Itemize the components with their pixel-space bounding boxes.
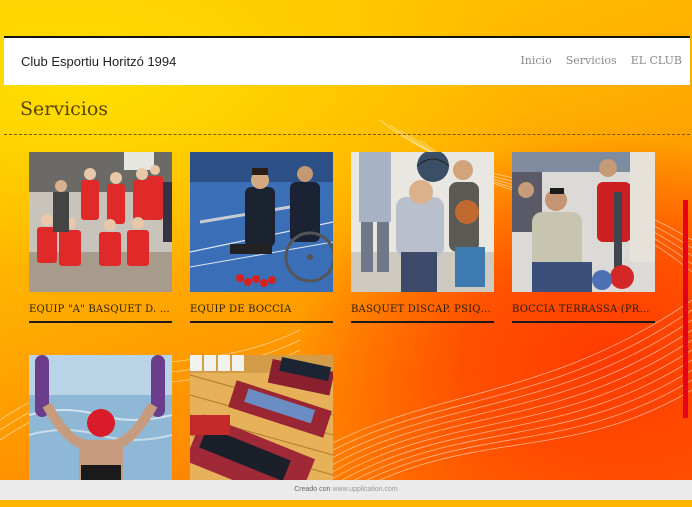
service-card-label[interactable]: EQUIP DE BOCCIA: [190, 304, 333, 315]
service-card-image[interactable]: [29, 355, 172, 495]
service-card-image[interactable]: [351, 152, 494, 292]
nav-inicio[interactable]: Inicio: [520, 54, 551, 67]
nav-servicios[interactable]: Servicios: [566, 54, 617, 67]
footer-link[interactable]: www.upplication.com: [332, 486, 397, 493]
service-card-basquet-a[interactable]: EQUIP "A" BÀSQUET D. PSÍ...: [29, 152, 172, 323]
service-card-label[interactable]: BOCCIA TERRASSA (PRODIS): [512, 304, 655, 315]
service-card-underline: [512, 321, 655, 323]
service-card-boccia-terrassa[interactable]: BOCCIA TERRASSA (PRODIS): [512, 152, 655, 323]
site-header: Club Esportiu Horitzó 1994 Inicio Servic…: [4, 36, 690, 85]
service-card-underline: [351, 321, 494, 323]
site-footer: Creado con www.upplication.com: [0, 480, 692, 500]
footer-text: Creado con: [294, 486, 331, 493]
site-brand[interactable]: Club Esportiu Horitzó 1994: [21, 54, 176, 69]
service-card-label[interactable]: EQUIP "A" BÀSQUET D. PSÍ...: [29, 304, 172, 315]
nav-el-club[interactable]: EL CLUB: [631, 54, 682, 67]
service-card-basquet-discap[interactable]: BÀSQUET DISCAP. PSÍQUICS...: [351, 152, 494, 323]
main-nav: Inicio Servicios EL CLUB: [520, 54, 682, 67]
side-accent-bar: [683, 200, 688, 418]
service-card-image[interactable]: [190, 355, 333, 495]
service-card-label[interactable]: BÀSQUET DISCAP. PSÍQUICS...: [351, 304, 494, 315]
service-card-boccia[interactable]: EQUIP DE BOCCIA: [190, 152, 333, 323]
service-card-image[interactable]: [29, 152, 172, 292]
service-card-underline: [29, 321, 172, 323]
service-card-image[interactable]: [512, 152, 655, 292]
service-card-image[interactable]: [190, 152, 333, 292]
service-card-underline: [190, 321, 333, 323]
title-divider: [4, 134, 690, 135]
page-title: Servicios: [20, 98, 109, 120]
